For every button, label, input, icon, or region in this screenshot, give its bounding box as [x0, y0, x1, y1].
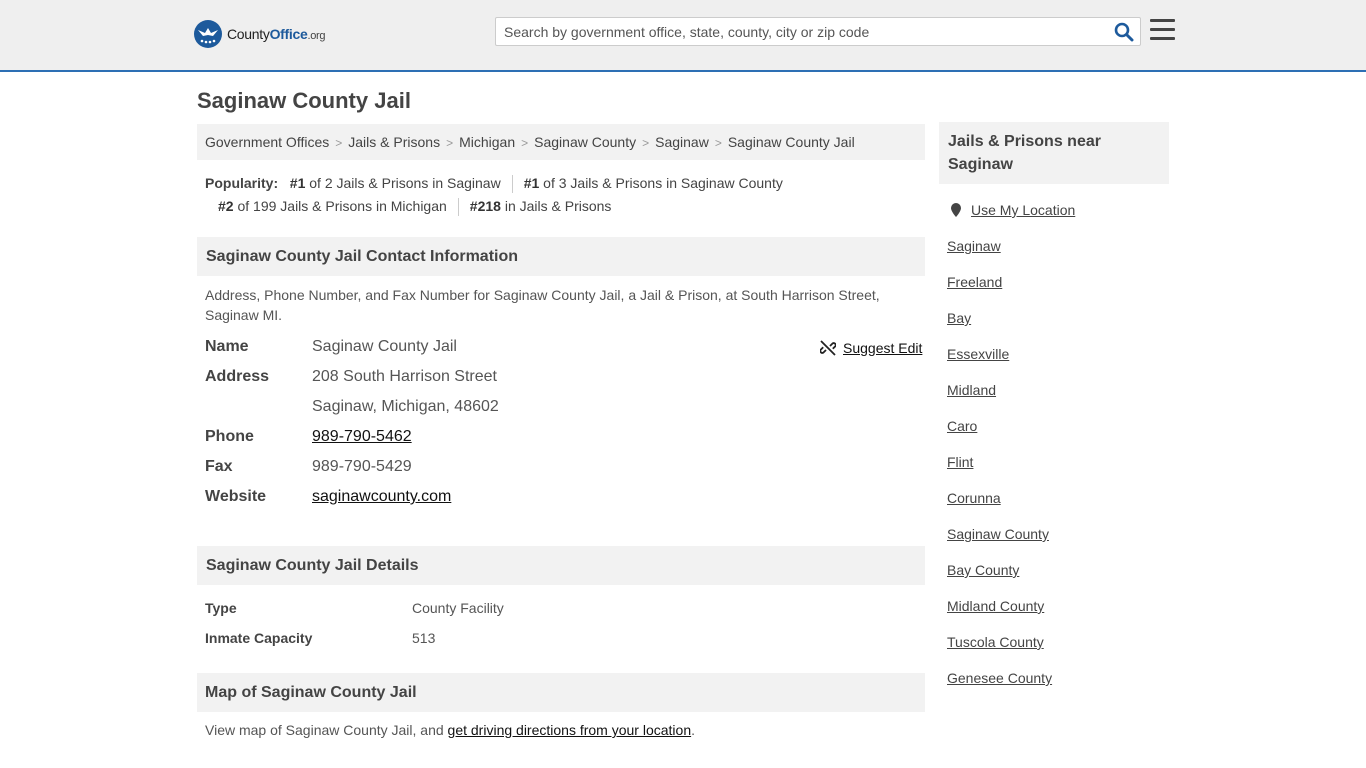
nearby-item: Bay County [947, 562, 1052, 598]
nearby-link-saginaw-county[interactable]: Saginaw County [947, 526, 1049, 542]
type-label: Type [205, 600, 237, 616]
breadcrumb-separator-icon: > [642, 136, 650, 150]
nearby-item: Flint [947, 454, 1052, 490]
type-value: County Facility [412, 600, 504, 616]
name-value: Saginaw County Jail [312, 338, 457, 355]
nearby-item: Saginaw County [947, 526, 1052, 562]
nearby-link-midland-county[interactable]: Midland County [947, 598, 1044, 614]
page-title: Saginaw County Jail [197, 88, 411, 113]
nearby-link-midland[interactable]: Midland [947, 382, 996, 398]
breadcrumb-michigan[interactable]: Michigan [459, 134, 515, 150]
website-label: Website [205, 488, 267, 505]
breadcrumb-separator-icon: > [335, 136, 343, 150]
address-line2: Saginaw, Michigan, 48602 [312, 398, 499, 415]
map-tail: . [691, 722, 695, 738]
capacity-label: Inmate Capacity [205, 630, 313, 646]
nearby-link-genesee-county[interactable]: Genesee County [947, 670, 1052, 686]
nearby-item: Corunna [947, 490, 1052, 526]
breadcrumb-government-offices[interactable]: Government Offices [205, 134, 329, 150]
site-header: CountyOffice.org [0, 0, 1366, 72]
search-input[interactable] [496, 18, 1096, 45]
fax-value: 989-790-5429 [312, 458, 412, 475]
contact-description: Address, Phone Number, and Fax Number fo… [205, 287, 880, 323]
suggest-edit-link[interactable]: Suggest Edit [843, 340, 922, 356]
nearby-link-caro[interactable]: Caro [947, 418, 977, 434]
nearby-link-freeland[interactable]: Freeland [947, 274, 1002, 290]
logo-office: Office [269, 26, 308, 42]
phone-link[interactable]: 989-790-5462 [312, 428, 412, 445]
nearby-list: Saginaw Freeland Bay Essexville Midland … [947, 238, 1052, 706]
contact-section-heading: Saginaw County Jail Contact Information [197, 237, 925, 276]
nearby-item: Bay [947, 310, 1052, 346]
site-logo[interactable]: CountyOffice.org [194, 20, 326, 48]
nearby-link-tuscola-county[interactable]: Tuscola County [947, 634, 1044, 650]
use-my-location-link[interactable]: Use My Location [971, 202, 1075, 218]
nearby-item: Midland [947, 382, 1052, 418]
popularity-item: #2 of 199 Jails & Prisons in Michigan [218, 198, 447, 214]
use-my-location[interactable]: Use My Location [949, 202, 1075, 218]
breadcrumb-separator-icon: > [521, 136, 529, 150]
popularity-divider [511, 175, 513, 194]
hamburger-menu-icon[interactable] [1150, 19, 1175, 41]
logo-county: County [227, 26, 270, 42]
map-description: View map of Saginaw County Jail, and get… [205, 722, 695, 738]
breadcrumb-jails-prisons[interactable]: Jails & Prisons [348, 134, 440, 150]
nearby-link-bay-county[interactable]: Bay County [947, 562, 1019, 578]
popularity-item: #218 in Jails & Prisons [469, 198, 612, 214]
address-label: Address [205, 368, 270, 385]
nearby-link-flint[interactable]: Flint [947, 454, 973, 470]
logo-wordmark: CountyOffice.org [227, 26, 326, 42]
logo-tld: .org [307, 30, 326, 42]
phone-label: Phone [205, 428, 254, 445]
breadcrumb-separator-icon: > [446, 136, 454, 150]
nearby-link-corunna[interactable]: Corunna [947, 490, 1001, 506]
map-pin-icon [951, 203, 961, 217]
details-section-heading: Saginaw County Jail Details [197, 546, 925, 585]
breadcrumb-separator-icon: > [714, 136, 722, 150]
name-label: Name [205, 338, 249, 355]
nearby-item: Freeland [947, 274, 1052, 310]
eagle-logo-icon [194, 20, 222, 48]
nearby-item: Tuscola County [947, 634, 1052, 670]
nearby-link-saginaw[interactable]: Saginaw [947, 238, 1001, 254]
nearby-item: Saginaw [947, 238, 1052, 274]
popularity-item: #1 of 2 Jails & Prisons in Saginaw [289, 175, 501, 191]
breadcrumb-saginaw[interactable]: Saginaw [655, 134, 709, 150]
website-link[interactable]: saginawcounty.com [312, 488, 451, 505]
popularity-divider [457, 198, 459, 217]
search-icon[interactable] [1114, 22, 1134, 42]
breadcrumb-current: Saginaw County Jail [727, 134, 855, 150]
nearby-item: Caro [947, 418, 1052, 454]
nearby-link-essexville[interactable]: Essexville [947, 346, 1009, 362]
driving-directions-link[interactable]: get driving directions from your locatio… [448, 722, 692, 738]
capacity-value: 513 [412, 630, 436, 646]
map-text: View map of Saginaw County Jail, and [205, 722, 448, 738]
popularity-ranking: Popularity: #1 of 2 Jails & Prisons in S… [205, 172, 925, 218]
search-bar [495, 17, 1141, 46]
broken-link-icon [820, 340, 836, 356]
fax-label: Fax [205, 458, 233, 475]
sidebar-heading: Jails & Prisons near Saginaw [939, 122, 1169, 184]
breadcrumb: Government Offices > Jails & Prisons > Michi… [197, 124, 925, 160]
map-section-heading: Map of Saginaw County Jail [197, 673, 925, 712]
nearby-link-bay[interactable]: Bay [947, 310, 971, 326]
address-line1: 208 South Harrison Street [312, 368, 497, 385]
nearby-item: Genesee County [947, 670, 1052, 706]
nearby-item: Essexville [947, 346, 1052, 382]
suggest-edit[interactable]: Suggest Edit [820, 340, 922, 356]
nearby-item: Midland County [947, 598, 1052, 634]
popularity-label: Popularity: [205, 175, 279, 191]
popularity-item: #1 of 3 Jails & Prisons in Saginaw Count… [523, 175, 783, 191]
breadcrumb-saginaw-county[interactable]: Saginaw County [534, 134, 636, 150]
